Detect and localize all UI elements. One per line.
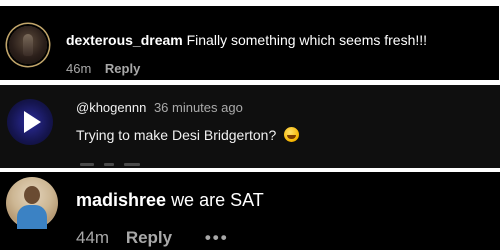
username[interactable]: dexterous_dream — [66, 32, 183, 48]
comment-card-3: madishree we are SAT 44m Reply ••• — [0, 172, 500, 250]
more-options-icon[interactable]: ••• — [205, 228, 229, 247]
comment-card-1: dexterous_dream Finally something which … — [0, 6, 499, 80]
comment-header: @khogennn 36 minutes ago — [76, 100, 243, 115]
timestamp: 46m — [66, 61, 92, 76]
avatar[interactable] — [9, 26, 47, 64]
username[interactable]: madishree — [76, 190, 166, 210]
like-icon[interactable] — [80, 163, 94, 166]
comment-text: Finally something which seems fresh!!! — [186, 32, 428, 48]
reply-button[interactable]: Reply — [105, 61, 140, 76]
comment-text: we are SAT — [171, 190, 264, 210]
like-count — [104, 163, 114, 166]
timestamp: 44m — [76, 228, 110, 247]
avatar-figure — [23, 34, 33, 56]
grinning-sweat-emoji-icon — [284, 127, 300, 142]
avatar[interactable] — [6, 177, 58, 229]
reply-button[interactable]: Reply — [126, 228, 172, 247]
comment-text-line: Trying to make Desi Bridgerton? — [76, 127, 300, 143]
comment-meta: 44m Reply ••• — [76, 228, 229, 248]
action-row-cropped — [80, 163, 150, 167]
comment-text: Trying to make Desi Bridgerton? — [76, 127, 277, 143]
user-handle[interactable]: @khogennn — [76, 100, 146, 115]
avatar[interactable] — [7, 99, 53, 145]
dislike-icon[interactable] — [124, 163, 140, 166]
avatar-head — [24, 186, 40, 204]
avatar-body — [17, 205, 47, 229]
comment-line: dexterous_dream Finally something which … — [66, 32, 427, 48]
comment-meta: 46m Reply — [66, 61, 140, 76]
timestamp: 36 minutes ago — [153, 100, 243, 115]
play-icon — [24, 111, 41, 133]
comment-line: madishree we are SAT — [76, 190, 264, 211]
comment-card-2: @khogennn 36 minutes ago Trying to make … — [0, 85, 500, 168]
